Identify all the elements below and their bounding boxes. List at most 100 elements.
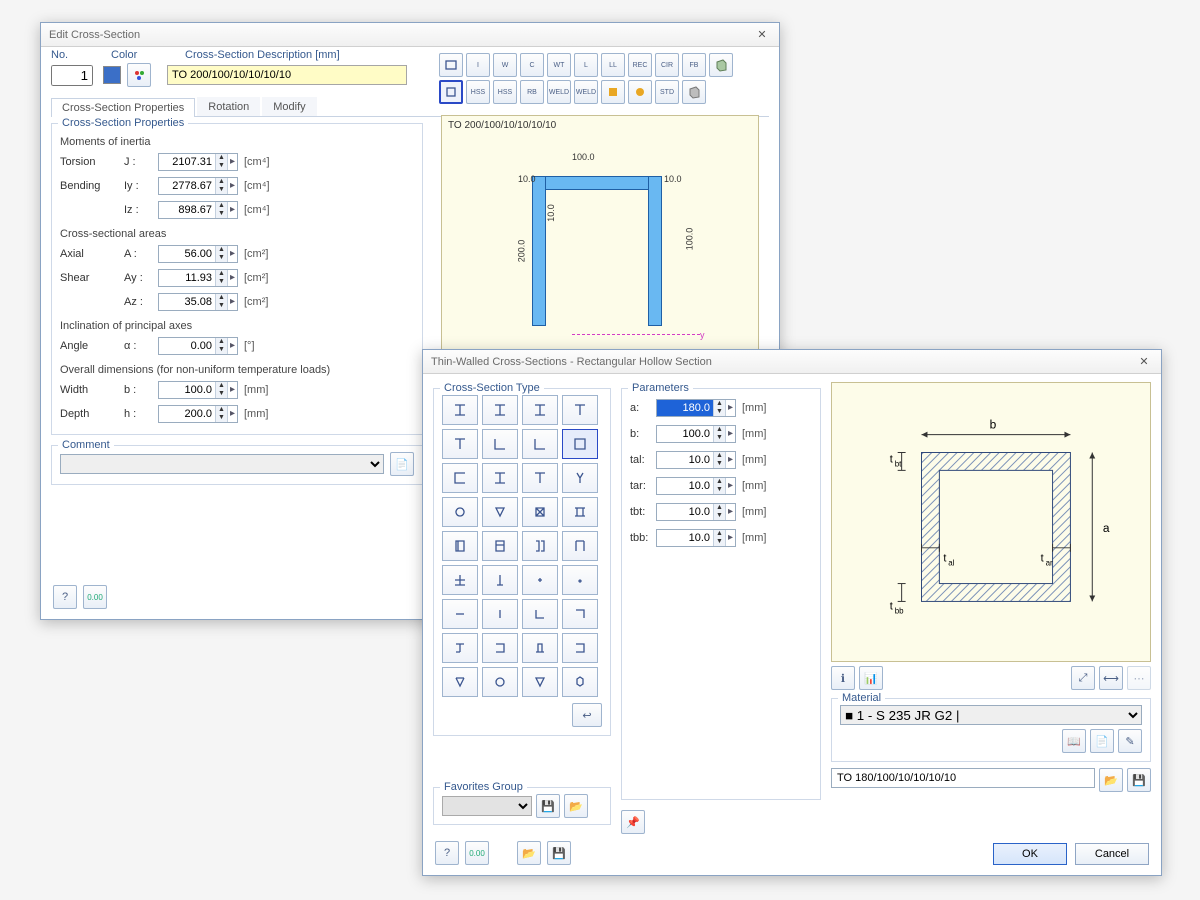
- name-save-icon[interactable]: 💾: [1127, 768, 1151, 792]
- comment-save-icon[interactable]: 📄: [390, 452, 414, 476]
- param-input-2[interactable]: ▲▼▸: [656, 451, 736, 469]
- type-cell-2-2[interactable]: [522, 463, 558, 493]
- type-cell-3-2[interactable]: [522, 497, 558, 527]
- type-cell-8-0[interactable]: [442, 667, 478, 697]
- j-input[interactable]: ▲▼▸: [158, 153, 238, 171]
- type-cell-7-2[interactable]: [522, 633, 558, 663]
- tool-rb[interactable]: RB: [520, 80, 544, 104]
- color-picker-button[interactable]: [127, 63, 151, 87]
- fav-save-icon[interactable]: 💾: [536, 794, 560, 818]
- type-reset-icon[interactable]: ↩: [572, 703, 602, 727]
- type-cell-0-2[interactable]: [522, 395, 558, 425]
- tool-hss-r[interactable]: HSS: [466, 80, 490, 104]
- pin-icon[interactable]: 📌: [621, 810, 645, 834]
- type-cell-1-3[interactable]: [562, 429, 598, 459]
- save-icon[interactable]: 💾: [547, 841, 571, 865]
- close-icon-2[interactable]: ✕: [1135, 355, 1153, 368]
- type-cell-0-1[interactable]: [482, 395, 518, 425]
- type-cell-1-2[interactable]: [522, 429, 558, 459]
- type-cell-8-2[interactable]: [522, 667, 558, 697]
- param-input-3[interactable]: ▲▼▸: [656, 477, 736, 495]
- type-cell-6-0[interactable]: [442, 599, 478, 629]
- type-cell-7-1[interactable]: [482, 633, 518, 663]
- open-icon[interactable]: 📂: [517, 841, 541, 865]
- tool-3d-1[interactable]: [709, 53, 733, 77]
- tool-l[interactable]: L: [574, 53, 598, 77]
- type-cell-1-1[interactable]: [482, 429, 518, 459]
- tool-rec-s[interactable]: [601, 80, 625, 104]
- tool-cir[interactable]: CIR: [655, 53, 679, 77]
- favorites-select[interactable]: [442, 796, 532, 816]
- tool-3d-2[interactable]: [682, 80, 706, 104]
- tool-w[interactable]: W: [493, 53, 517, 77]
- type-cell-3-1[interactable]: [482, 497, 518, 527]
- type-cell-8-1[interactable]: [482, 667, 518, 697]
- type-cell-2-3[interactable]: [562, 463, 598, 493]
- tool-weld-2[interactable]: WELD: [574, 80, 598, 104]
- width-input[interactable]: ▲▼▸: [158, 381, 238, 399]
- type-cell-2-1[interactable]: [482, 463, 518, 493]
- tab-rotation[interactable]: Rotation: [197, 97, 260, 116]
- type-cell-4-2[interactable]: [522, 531, 558, 561]
- type-cell-2-0[interactable]: [442, 463, 478, 493]
- dimension-icon[interactable]: ⟷: [1099, 666, 1123, 690]
- param-input-5[interactable]: ▲▼▸: [656, 529, 736, 547]
- comment-select[interactable]: [60, 454, 384, 474]
- az-input[interactable]: ▲▼▸: [158, 293, 238, 311]
- iz-input[interactable]: ▲▼▸: [158, 201, 238, 219]
- type-cell-3-0[interactable]: [442, 497, 478, 527]
- cancel-button[interactable]: Cancel: [1075, 843, 1149, 865]
- fav-open-icon[interactable]: 📂: [564, 794, 588, 818]
- tool-weld-1[interactable]: WELD: [547, 80, 571, 104]
- type-cell-7-3[interactable]: [562, 633, 598, 663]
- units-icon[interactable]: 0.00: [83, 585, 107, 609]
- param-input-1[interactable]: ▲▼▸: [656, 425, 736, 443]
- help-icon-2[interactable]: ?: [435, 841, 459, 865]
- type-cell-7-0[interactable]: [442, 633, 478, 663]
- iy-input[interactable]: ▲▼▸: [158, 177, 238, 195]
- tab-properties[interactable]: Cross-Section Properties: [51, 98, 195, 117]
- tool-ll[interactable]: LL: [601, 53, 625, 77]
- tool-std[interactable]: STD: [655, 80, 679, 104]
- tool-library[interactable]: [439, 53, 463, 77]
- type-cell-4-0[interactable]: [442, 531, 478, 561]
- type-cell-6-2[interactable]: [522, 599, 558, 629]
- help-icon[interactable]: ?: [53, 585, 77, 609]
- values-icon[interactable]: ⋯: [1127, 666, 1151, 690]
- tool-c[interactable]: C: [520, 53, 544, 77]
- tool-hss-c[interactable]: HSS: [493, 80, 517, 104]
- ok-button[interactable]: OK: [993, 843, 1067, 865]
- mat-new-icon[interactable]: 📄: [1090, 729, 1114, 753]
- type-cell-8-3[interactable]: [562, 667, 598, 697]
- number-input[interactable]: [51, 65, 93, 86]
- info-icon[interactable]: ℹ: [831, 666, 855, 690]
- axes-icon[interactable]: ⤢: [1071, 666, 1095, 690]
- close-icon[interactable]: ✕: [753, 28, 771, 41]
- units-icon-2[interactable]: 0.00: [465, 841, 489, 865]
- ay-input[interactable]: ▲▼▸: [158, 269, 238, 287]
- a-input[interactable]: ▲▼▸: [158, 245, 238, 263]
- type-cell-1-0[interactable]: [442, 429, 478, 459]
- type-cell-4-3[interactable]: [562, 531, 598, 561]
- type-cell-5-1[interactable]: [482, 565, 518, 595]
- type-cell-0-0[interactable]: [442, 395, 478, 425]
- tool-i[interactable]: I: [466, 53, 490, 77]
- type-cell-5-2[interactable]: [522, 565, 558, 595]
- mat-edit-icon[interactable]: ✎: [1118, 729, 1142, 753]
- stress-icon[interactable]: 📊: [859, 666, 883, 690]
- type-cell-6-1[interactable]: [482, 599, 518, 629]
- color-swatch[interactable]: [103, 66, 121, 84]
- tool-wt[interactable]: WT: [547, 53, 571, 77]
- tab-modify[interactable]: Modify: [262, 97, 316, 116]
- depth-input[interactable]: ▲▼▸: [158, 405, 238, 423]
- mat-library-icon[interactable]: 📖: [1062, 729, 1086, 753]
- param-input-0[interactable]: ▲▼▸: [656, 399, 736, 417]
- type-cell-5-0[interactable]: [442, 565, 478, 595]
- name-open-icon[interactable]: 📂: [1099, 768, 1123, 792]
- tool-fb[interactable]: FB: [682, 53, 706, 77]
- tool-cir-s[interactable]: [628, 80, 652, 104]
- type-cell-6-3[interactable]: [562, 599, 598, 629]
- material-select[interactable]: ■ 1 - S 235 JR G2 |: [840, 705, 1142, 725]
- output-name-input[interactable]: [831, 768, 1095, 788]
- description-input[interactable]: [167, 65, 407, 85]
